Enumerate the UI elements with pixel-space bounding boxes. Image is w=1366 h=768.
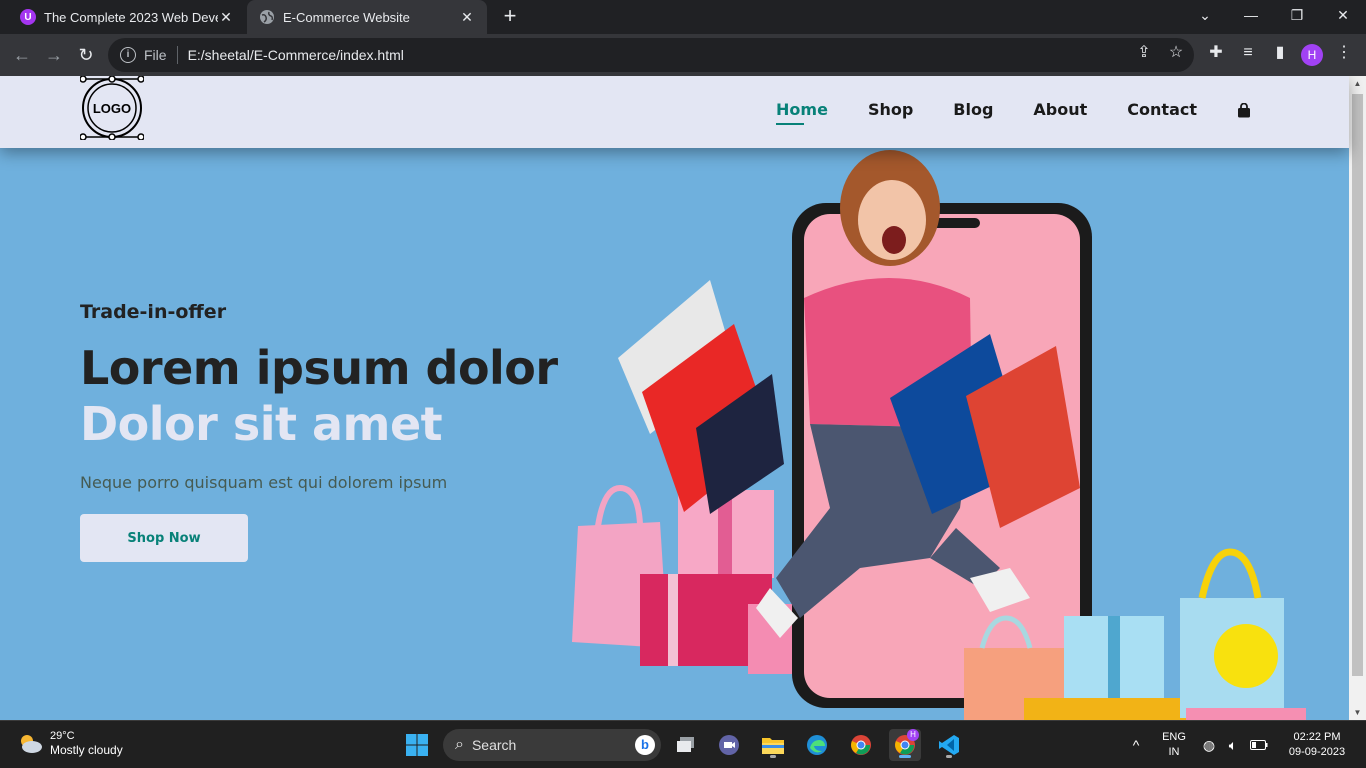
tab-title: The Complete 2023 Web Develop	[44, 9, 218, 25]
tab-udemy-course[interactable]: U The Complete 2023 Web Develop ✕	[8, 0, 246, 34]
nav-home[interactable]: Home	[776, 100, 828, 125]
side-panel-icon[interactable]: ▮	[1270, 43, 1290, 63]
windows-taskbar: 29°C Mostly cloudy ⌕ Search b H ^ ENG IN	[0, 720, 1366, 768]
profile-avatar[interactable]: H	[1301, 44, 1323, 66]
edge-browser-icon[interactable]	[801, 729, 833, 761]
hero-subtext: Neque porro quisquam est qui dolorem ips…	[80, 473, 448, 492]
page-scrollbar[interactable]: ▲ ▼	[1349, 76, 1366, 720]
globe-icon	[259, 9, 275, 25]
chrome-profile-active-icon[interactable]: H	[889, 729, 921, 761]
active-indicator	[899, 755, 911, 758]
nav-blog[interactable]: Blog	[953, 100, 993, 119]
teams-meet-icon[interactable]	[713, 729, 745, 761]
close-tab-icon[interactable]: ✕	[459, 9, 475, 26]
browser-toolbar: ← → ↻ i File E:/sheetal/E-Commerce/index…	[0, 34, 1366, 76]
chrome-icon[interactable]	[845, 729, 877, 761]
share-icon[interactable]: ⇪	[1134, 43, 1154, 63]
extensions-puzzle-icon[interactable]: ✚	[1206, 43, 1226, 63]
page-viewport: LOGO Home Shop Blog About Contact Trade-…	[0, 76, 1366, 720]
weather-condition: Mostly cloudy	[50, 743, 123, 757]
reload-icon[interactable]: ↻	[74, 43, 98, 67]
hero-heading-line1: Lorem ipsum dolor	[80, 341, 558, 395]
hero-section: Trade-in-offer Lorem ipsum dolor Dolor s…	[80, 301, 558, 562]
clock-time: 02:22 PM	[1293, 731, 1341, 743]
taskbar-search[interactable]: ⌕ Search b	[443, 729, 661, 761]
hero-offer: Trade-in-offer	[80, 301, 227, 323]
running-indicator	[946, 755, 952, 758]
logo-text: LOGO	[93, 101, 131, 116]
windows-start-icon[interactable]	[401, 729, 433, 761]
task-view-icon[interactable]	[670, 729, 702, 761]
hero-heading-line2: Dolor sit amet	[80, 397, 443, 451]
tab-search-chevron-icon[interactable]: ⌄	[1182, 0, 1228, 30]
logo[interactable]: LOGO	[80, 76, 144, 140]
nav-about[interactable]: About	[1033, 100, 1087, 119]
info-icon[interactable]: i	[120, 47, 136, 63]
tab-title: E-Commerce Website	[283, 9, 410, 25]
site-header: LOGO Home Shop Blog About Contact	[0, 76, 1349, 148]
file-explorer-icon[interactable]	[757, 729, 789, 761]
search-placeholder: Search	[471, 737, 517, 753]
shopping-bag-icon[interactable]	[1237, 102, 1251, 117]
volume-icon[interactable]: 🔈︎	[1222, 729, 1244, 761]
hero-shopping-illustration	[572, 150, 1306, 720]
battery-icon[interactable]	[1248, 729, 1270, 761]
search-icon: ⌕	[455, 736, 464, 753]
forward-icon[interactable]: →	[42, 43, 66, 67]
close-window-icon[interactable]: ✕	[1320, 0, 1366, 30]
language-line1: ENG	[1162, 731, 1186, 743]
profile-badge: H	[907, 729, 919, 741]
address-bar[interactable]: i File E:/sheetal/E-Commerce/index.html	[108, 38, 1194, 72]
tab-ecommerce-website[interactable]: E-Commerce Website ✕	[247, 0, 487, 34]
vscode-icon[interactable]	[933, 729, 965, 761]
clock[interactable]: 02:22 PM 09-09-2023	[1278, 730, 1356, 760]
shop-now-button[interactable]: Shop Now	[80, 514, 248, 562]
cloudy-weather-icon	[21, 735, 42, 753]
scroll-down-icon[interactable]: ▼	[1349, 708, 1366, 717]
language-line2: IN	[1168, 746, 1180, 758]
url-text[interactable]: E:/sheetal/E-Commerce/index.html	[188, 47, 404, 63]
main-nav: Home Shop Blog About Contact	[736, 100, 1251, 125]
back-icon[interactable]: ←	[10, 43, 34, 67]
new-tab-button[interactable]: +	[498, 5, 522, 29]
browser-tab-strip: U The Complete 2023 Web Develop ✕ E-Comm…	[0, 0, 1366, 34]
nav-contact[interactable]: Contact	[1127, 100, 1197, 119]
media-controls-icon[interactable]: ≡	[1238, 43, 1258, 63]
chevron-up-icon[interactable]: ^	[1120, 729, 1152, 761]
menu-kebab-icon[interactable]: ⋮	[1334, 43, 1354, 63]
scheme-label: File	[144, 47, 167, 63]
weather-widget[interactable]: 29°C Mostly cloudy	[16, 729, 123, 757]
bookmark-star-icon[interactable]: ☆	[1166, 43, 1186, 63]
weather-temp: 29°C	[50, 730, 75, 742]
bing-icon[interactable]: b	[635, 735, 655, 755]
minimize-icon[interactable]: —	[1228, 0, 1274, 30]
close-tab-icon[interactable]: ✕	[218, 9, 234, 26]
scroll-up-icon[interactable]: ▲	[1349, 79, 1366, 88]
running-indicator	[770, 755, 776, 758]
udemy-icon: U	[20, 9, 36, 25]
omnibox-divider	[176, 46, 178, 64]
nav-shop[interactable]: Shop	[868, 100, 913, 119]
restore-icon[interactable]: ❐	[1274, 0, 1320, 30]
language-indicator[interactable]: ENG IN	[1158, 730, 1190, 760]
scrollbar-thumb[interactable]	[1352, 94, 1363, 676]
network-globe-icon[interactable]: ◍	[1198, 729, 1220, 761]
clock-date: 09-09-2023	[1288, 746, 1346, 758]
